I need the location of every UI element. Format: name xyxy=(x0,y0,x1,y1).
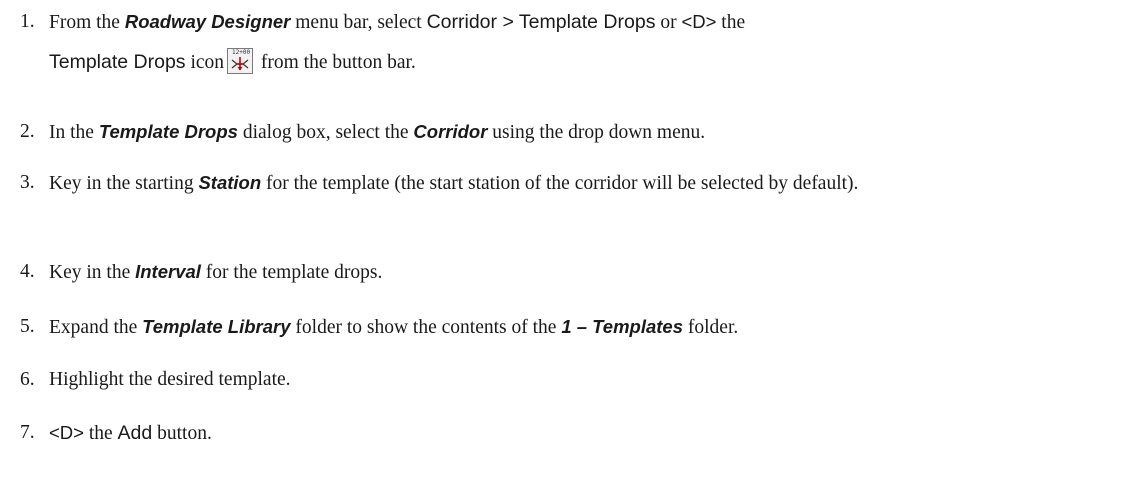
key-d: <D> xyxy=(49,422,84,443)
text-segment: the xyxy=(83,423,118,444)
text-segment: menu bar, select xyxy=(290,12,427,33)
step-text-line-2: Template Drops icon 12+00 from the button… xyxy=(49,46,1120,79)
step-number: 4. xyxy=(20,261,35,282)
field-name-station: Station xyxy=(198,172,262,193)
instruction-list: 1. From the Roadway Designer menu bar, s… xyxy=(0,0,1131,481)
button-name-add: Add xyxy=(117,422,153,444)
menu-name-roadway-designer: Roadway Designer xyxy=(124,11,291,32)
step-4: 4. Key in the Interval for the template … xyxy=(20,256,1120,289)
key-d: <D> xyxy=(681,11,717,32)
step-7: 7. <D> the Add button. xyxy=(20,417,1120,450)
template-drops-icon: 12+00 xyxy=(227,48,254,74)
text-segment: using the drop down menu. xyxy=(487,122,706,143)
text-segment: for the template (the start station of t… xyxy=(261,173,859,194)
text-segment: from the button bar. xyxy=(256,52,416,73)
text-segment: In the xyxy=(49,122,99,143)
folder-name-templates: 1 – Templates xyxy=(561,316,683,337)
text-segment: Key in the xyxy=(49,262,136,283)
step-text: <D> the Add button. xyxy=(49,417,1120,450)
text-segment: Key in the starting xyxy=(49,173,199,194)
text-segment: or xyxy=(655,12,682,33)
field-name-corridor: Corridor xyxy=(413,121,488,142)
step-text-line-1: From the Roadway Designer menu bar, sele… xyxy=(49,6,1120,39)
step-number: 2. xyxy=(20,121,35,142)
text-segment: dialog box, select the xyxy=(237,122,414,143)
text-segment: folder to show the contents of the xyxy=(290,317,562,338)
step-text: Highlight the desired template. xyxy=(49,364,1120,396)
menu-path: Corridor > Template Drops xyxy=(426,11,656,33)
dialog-name-template-drops: Template Drops xyxy=(98,121,238,142)
text-segment: folder. xyxy=(683,317,739,338)
text-segment: Expand the xyxy=(49,317,143,338)
step-1-continued: Template Drops icon 12+00 from the button… xyxy=(20,46,1120,79)
step-1: 1. From the Roadway Designer menu bar, s… xyxy=(20,6,1120,39)
icon-station-label: 12+00 xyxy=(232,49,251,56)
step-text: Key in the Interval for the template dro… xyxy=(49,256,1120,289)
step-text: In the Template Drops dialog box, select… xyxy=(49,116,1120,149)
text-segment: the xyxy=(716,12,746,33)
step-number: 5. xyxy=(20,316,35,337)
folder-name-template-library: Template Library xyxy=(142,316,291,337)
text-segment: button. xyxy=(152,423,212,444)
step-number: 7. xyxy=(20,422,35,443)
step-2: 2. In the Template Drops dialog box, sel… xyxy=(20,116,1120,149)
step-number: 6. xyxy=(20,369,35,390)
text-segment: icon xyxy=(185,52,225,73)
step-text: Expand the Template Library folder to sh… xyxy=(49,311,1120,344)
text-segment: From the xyxy=(49,12,125,33)
template-drops-glyph xyxy=(231,57,249,71)
step-6: 6. Highlight the desired template. xyxy=(20,364,1120,396)
step-number: 3. xyxy=(20,172,35,193)
step-3: 3. Key in the starting Station for the t… xyxy=(20,170,1120,197)
step-number: 1. xyxy=(20,11,35,32)
step-5: 5. Expand the Template Library folder to… xyxy=(20,311,1120,344)
text-segment: for the template drops. xyxy=(200,262,383,283)
field-name-interval: Interval xyxy=(135,261,201,282)
text-segment: Highlight the desired template. xyxy=(49,369,291,390)
button-name-template-drops: Template Drops xyxy=(49,51,186,73)
step-text: Key in the starting Station for the temp… xyxy=(49,170,1120,197)
